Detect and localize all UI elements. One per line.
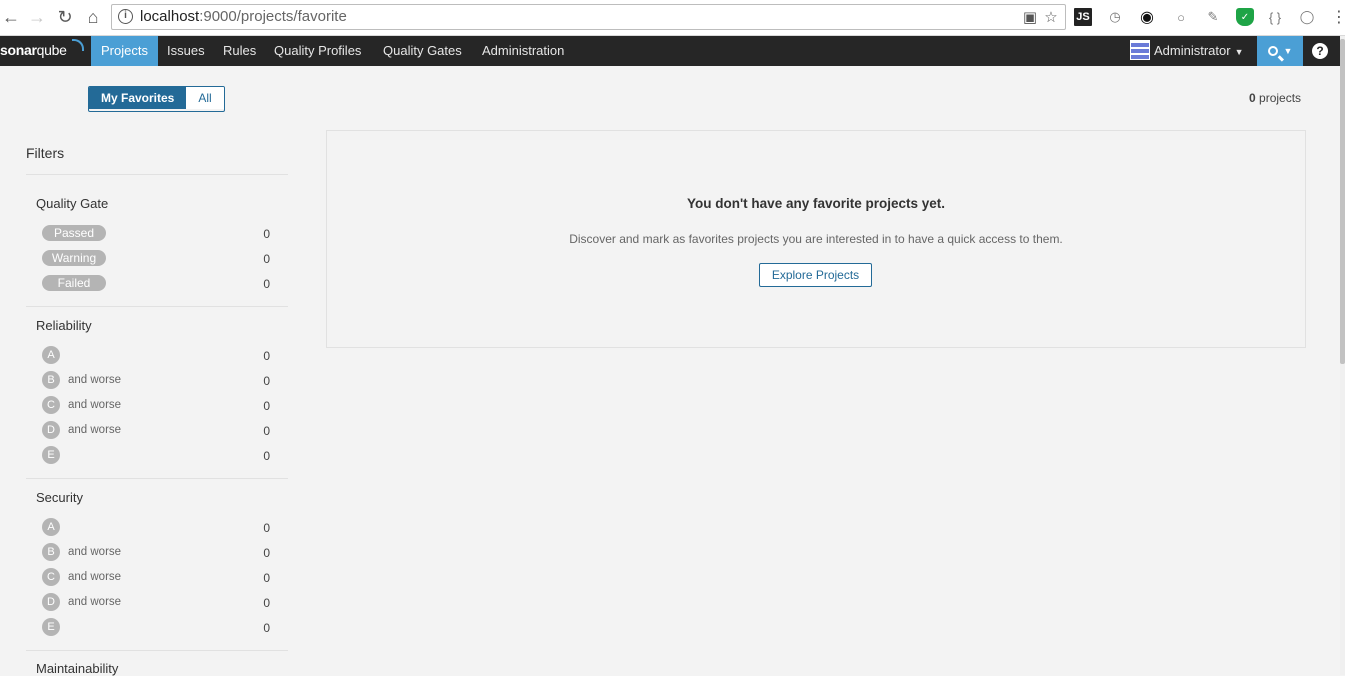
quality-gate-warning[interactable]: Warning [42,250,106,266]
reliability-e-count: 0 [263,449,270,463]
reliability-title: Reliability [36,318,92,333]
tool-extension-icon[interactable]: ✎ [1204,8,1222,26]
security-c-and-worse: and worse [68,571,122,583]
my-favorites-button[interactable]: My Favorites [89,87,187,109]
reliability-d-and-worse: and worse [68,424,122,436]
empty-state-panel: You don't have any favorite projects yet… [326,130,1306,348]
nav-issues[interactable]: Issues [157,36,215,66]
projects-count-number: 0 [1249,91,1256,105]
help-icon[interactable]: ? [1312,43,1328,59]
quality-gate-passed[interactable]: Passed [42,225,106,241]
search-button[interactable]: ▼ [1257,36,1303,66]
divider [26,650,288,651]
js-extension-icon[interactable]: JS [1074,8,1092,26]
divider [26,306,288,307]
security-rating-d[interactable]: D [42,593,60,611]
divider [26,478,288,479]
projects-count-label: projects [1259,91,1302,105]
quality-gate-failed-count: 0 [263,277,270,291]
logo-text-rest: qube [36,42,67,58]
green-shield-extension-icon[interactable]: ✓ [1236,8,1254,26]
empty-state-heading: You don't have any favorite projects yet… [686,196,946,211]
address-bar[interactable]: i localhost:9000/projects/favorite ▣ ☆ [111,4,1066,30]
explore-projects-button[interactable]: Explore Projects [759,263,872,287]
reload-icon[interactable]: ↻ [54,6,76,28]
user-menu[interactable]: Administrator ▼ [1130,36,1244,66]
reliability-rating-b[interactable]: B [42,371,60,389]
caret-down-icon: ▼ [1283,46,1293,56]
empty-state-message: Discover and mark as favorites projects … [569,232,1063,246]
reliability-c-and-worse: and worse [68,399,122,411]
reliability-rating-a[interactable]: A [42,346,60,364]
nav-rules[interactable]: Rules [213,36,266,66]
security-rating-b[interactable]: B [42,543,60,561]
quality-gate-failed[interactable]: Failed [42,275,106,291]
url-path: :9000/projects/favorite [199,8,347,25]
top-navbar: sonarqube Projects Issues Rules Quality … [0,36,1340,66]
reliability-rating-c[interactable]: C [42,396,60,414]
bookmark-star-icon[interactable]: ☆ [1042,8,1060,26]
projects-count: 0 projects [1249,91,1301,105]
reliability-rating-e[interactable]: E [42,446,60,464]
security-e-count: 0 [263,621,270,635]
clock-extension-icon[interactable]: ◷ [1106,8,1124,26]
security-b-and-worse: and worse [68,546,122,558]
reliability-b-and-worse: and worse [68,374,122,386]
quality-gate-warning-count: 0 [263,252,270,266]
reliability-b-count: 0 [263,374,270,388]
nav-projects[interactable]: Projects [91,36,158,66]
caret-down-icon: ▼ [1234,47,1244,57]
maintainability-title: Maintainability [36,661,119,676]
url-host: localhost [140,8,200,25]
translate-icon[interactable]: ▣ [1021,8,1039,26]
site-info-icon[interactable]: i [118,9,133,24]
nav-administration[interactable]: Administration [472,36,574,66]
eye-extension-icon[interactable]: ◉ [1138,8,1156,26]
user-name: Administrator [1154,43,1231,58]
reliability-d-count: 0 [263,424,270,438]
quality-gate-passed-count: 0 [263,227,270,241]
back-arrow-icon[interactable]: ← [0,6,22,28]
security-b-count: 0 [263,546,270,560]
security-rating-e[interactable]: E [42,618,60,636]
security-title: Security [36,490,83,505]
security-d-and-worse: and worse [68,596,122,608]
forward-arrow-icon[interactable]: → [26,6,48,28]
nav-quality-profiles[interactable]: Quality Profiles [264,36,371,66]
favorites-toggle: My Favorites All [88,86,225,112]
home-icon[interactable]: ⌂ [82,6,104,28]
browser-toolbar: ← → ↻ ⌂ i localhost:9000/projects/favori… [0,0,1345,36]
security-c-count: 0 [263,571,270,585]
braces-extension-icon[interactable]: { } [1266,8,1284,26]
all-button[interactable]: All [186,87,224,109]
logo-arc-icon [72,39,84,51]
reliability-a-count: 0 [263,349,270,363]
address-bar-url[interactable]: localhost:9000/projects/favorite [140,8,347,25]
search-icon [1267,46,1278,56]
grey-shield-extension-icon[interactable]: ◯ [1298,8,1316,26]
security-rating-c[interactable]: C [42,568,60,586]
reliability-c-count: 0 [263,399,270,413]
logo-text-bold: sonar [0,42,37,58]
sonarqube-logo[interactable]: sonarqube [0,39,84,60]
quality-gate-title: Quality Gate [36,196,109,211]
circle-extension-icon[interactable]: ○ [1172,8,1190,26]
security-rating-a[interactable]: A [42,518,60,536]
divider [26,174,288,175]
avatar [1130,40,1150,61]
reliability-rating-d[interactable]: D [42,421,60,439]
scrollbar-thumb[interactable] [1340,39,1345,364]
security-a-count: 0 [263,521,270,535]
filters-title: Filters [26,145,65,161]
security-d-count: 0 [263,596,270,610]
nav-quality-gates[interactable]: Quality Gates [373,36,472,66]
menu-icon[interactable]: ⋮ [1330,8,1345,26]
